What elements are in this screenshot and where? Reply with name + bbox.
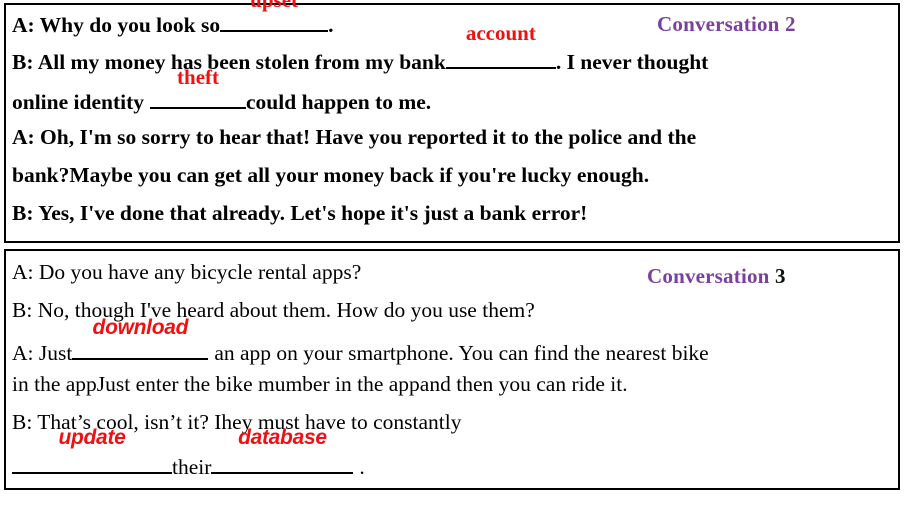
- conversation-2-label-number: 2: [785, 12, 796, 36]
- conversation-2-line-2: B: All my money has been stolen from my …: [12, 23, 709, 74]
- blank-update[interactable]: update: [12, 427, 172, 474]
- conversation-2-line-6: B: Yes, I've done that already. Let's ho…: [12, 201, 588, 225]
- worksheet-page: Conversation 2 A: Why do you look so upse…: [0, 0, 920, 518]
- line-text: A: Why do you look so: [12, 13, 221, 37]
- answer-account: account: [465, 21, 536, 45]
- conversation-2-label-text: Conversation: [657, 12, 780, 36]
- line-text: . I never thought: [555, 50, 709, 74]
- blank-account[interactable]: account: [445, 23, 556, 69]
- conversation-3-line-6: update their database.: [12, 427, 365, 479]
- conversation-3-line-3: A: Just download an app on your smartphone…: [12, 317, 709, 365]
- conversation-3-label: Conversation 3: [647, 264, 786, 289]
- conversation-3-label-text: Conversation: [647, 264, 770, 288]
- answer-database: database: [238, 426, 327, 449]
- answer-theft: theft: [177, 65, 220, 89]
- conversation-2-line-3: online identity theft could happen to me.: [12, 67, 432, 114]
- line-text: online identity: [12, 90, 145, 114]
- line-text: their: [172, 455, 212, 479]
- conversation-2-line-4: A: Oh, I'm so sorry to hear that! Have y…: [12, 125, 697, 149]
- line-text: .: [359, 455, 365, 479]
- conversation-3-line-1: A: Do you have any bicycle rental apps?: [12, 260, 362, 284]
- line-text: A: Just: [12, 341, 73, 365]
- answer-update: update: [58, 426, 126, 449]
- line-text: could happen to me.: [246, 90, 432, 114]
- conversation-3-line-4: in the appJust enter the bike mumber in …: [12, 372, 628, 396]
- line-text: .: [328, 13, 334, 37]
- answer-upset: upset: [250, 0, 299, 12]
- answer-download: download: [92, 316, 189, 339]
- conversation-2-label: Conversation 2: [657, 12, 796, 37]
- blank-upset[interactable]: upset: [220, 0, 329, 32]
- conversation-3-line-2: B: No, though I've heard about them. How…: [12, 298, 535, 322]
- blank-database[interactable]: database: [211, 427, 354, 474]
- blank-theft[interactable]: theft: [150, 67, 247, 109]
- conversation-2-line-5: bank?Maybe you can get all your money ba…: [12, 163, 650, 187]
- line-text: an app on your smartphone. You can find …: [214, 341, 709, 365]
- conversation-2-line-1: A: Why do you look so upset.: [12, 0, 334, 37]
- conversation-3-label-number: 3: [775, 264, 786, 288]
- line-text: B: All my money has been stolen from my …: [12, 50, 446, 74]
- blank-download[interactable]: download: [72, 317, 209, 360]
